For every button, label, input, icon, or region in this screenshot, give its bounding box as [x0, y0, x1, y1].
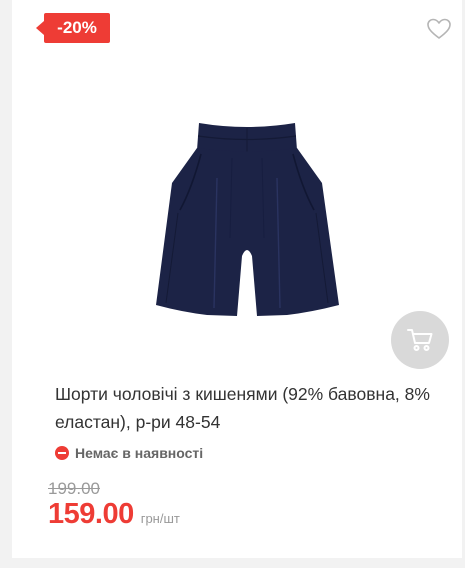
- minus-circle-icon: [55, 446, 69, 460]
- discount-label: -20%: [57, 18, 97, 37]
- discount-badge: -20%: [36, 13, 110, 43]
- wishlist-button[interactable]: [426, 17, 452, 41]
- availability-status: Немає в наявності: [55, 443, 203, 463]
- old-price: 199.00: [48, 479, 100, 498]
- cart-icon: [407, 329, 433, 351]
- product-card: -20% Шорти чоловічі з кишенями (92% баво…: [12, 0, 462, 558]
- current-price: 159.00: [48, 498, 134, 530]
- price-unit: грн/шт: [140, 511, 180, 526]
- price-row: 159.00 грн/шт: [48, 498, 180, 531]
- heart-icon: [427, 18, 451, 39]
- add-to-cart-button[interactable]: [391, 311, 449, 369]
- availability-label: Немає в наявності: [75, 445, 204, 461]
- product-title[interactable]: Шорти чоловічі з кишенями (92% бавовна, …: [55, 380, 450, 436]
- product-image[interactable]: [152, 118, 342, 323]
- shorts-illustration: [156, 123, 339, 316]
